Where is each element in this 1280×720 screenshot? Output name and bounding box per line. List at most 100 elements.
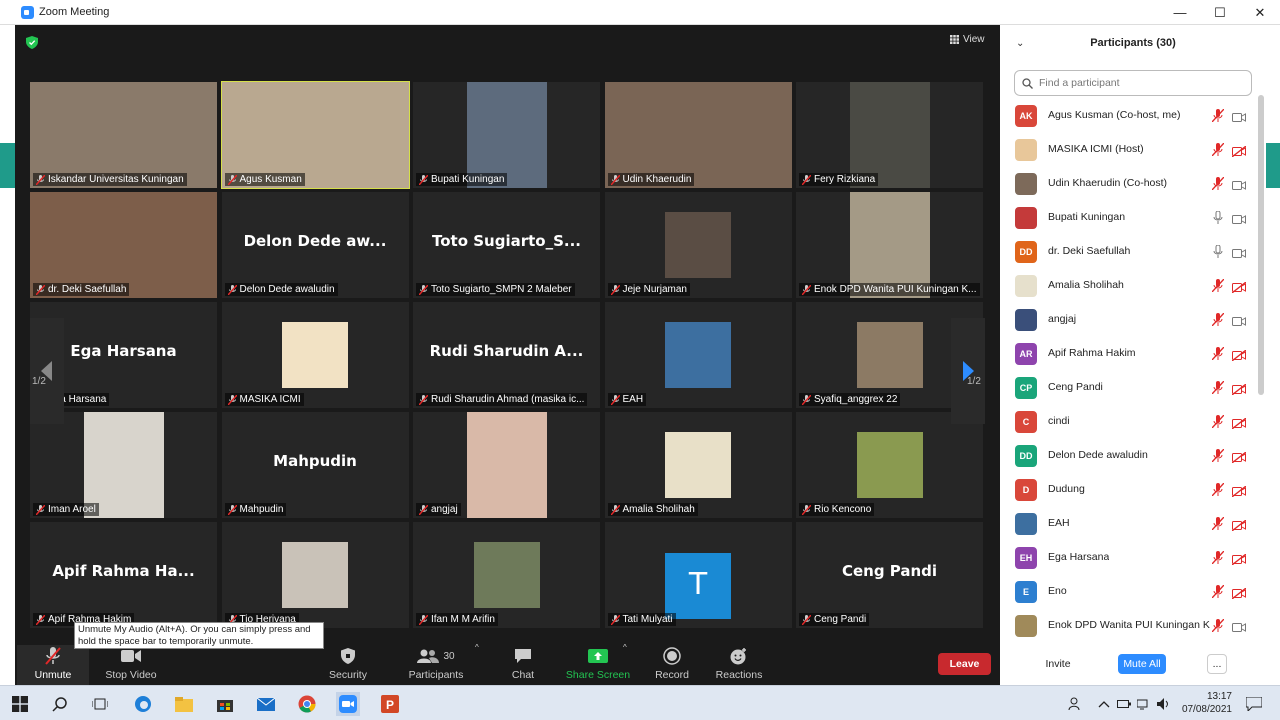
chat-button[interactable]: Chat (508, 645, 538, 681)
chrome-icon[interactable] (295, 692, 319, 716)
participant-video-tile[interactable]: Delon Dede aw... Delon Dede awaludin (221, 192, 409, 298)
mic-icon[interactable] (1212, 210, 1224, 224)
leave-button[interactable]: Leave (938, 653, 991, 675)
video-off-icon[interactable] (1231, 484, 1247, 498)
task-view-icon[interactable] (88, 692, 112, 716)
stop-video-button[interactable]: Stop Video (101, 645, 161, 681)
muted-mic-icon[interactable] (1211, 516, 1225, 531)
video-camera-icon[interactable] (1232, 246, 1246, 258)
participant-video-tile[interactable]: Mahpudin Mahpudin (221, 412, 409, 518)
video-off-icon[interactable] (1231, 416, 1247, 430)
participant-video-tile[interactable]: Apif Rahma Ha... Apif Rahma Hakim (30, 522, 217, 628)
view-button[interactable]: View (950, 34, 985, 45)
participant-video-tile[interactable]: Jeje Nurjaman (604, 192, 792, 298)
participant-video-tile[interactable]: Rudi Sharudin A... Rudi Sharudin Ahmad (m… (413, 302, 600, 408)
participant-list-item[interactable]: DD dr. Deki Saefullah (1000, 235, 1258, 269)
close-button[interactable]: ✕ (1240, 0, 1280, 25)
participant-list-item[interactable]: E Eno (1000, 575, 1258, 609)
participant-list-item[interactable]: Bupati Kuningan (1000, 201, 1258, 235)
security-button[interactable]: Security (326, 645, 370, 681)
participant-video-tile[interactable]: Ceng Pandi Ceng Pandi (796, 522, 983, 628)
muted-mic-icon[interactable] (1211, 380, 1225, 395)
participant-video-tile[interactable]: MASIKA ICMI (221, 302, 409, 408)
video-camera-icon[interactable] (1232, 314, 1246, 326)
participant-video-tile[interactable]: Udin Khaerudin (604, 82, 792, 188)
participant-video-tile[interactable]: EAH (604, 302, 792, 408)
zoom-taskbar-icon[interactable] (336, 692, 360, 716)
participant-list-item[interactable]: Enok DPD Wanita PUI Kuningan K... (1000, 609, 1258, 643)
share-options-caret[interactable]: ^ (623, 643, 627, 652)
participant-search-input[interactable]: Find a participant (1014, 70, 1252, 96)
participant-video-tile[interactable]: Enok DPD Wanita PUI Kuningan K... (796, 192, 983, 298)
participant-video-tile[interactable]: Agus Kusman (220, 81, 410, 189)
video-off-icon[interactable] (1231, 280, 1247, 294)
muted-mic-icon[interactable] (1211, 482, 1225, 497)
participant-video-tile[interactable]: angjaj (413, 412, 600, 518)
video-camera-icon[interactable] (1232, 212, 1246, 224)
participant-list-item[interactable]: Amalia Sholihah (1000, 269, 1258, 303)
muted-mic-icon[interactable] (1211, 448, 1225, 463)
participant-video-tile[interactable]: Iskandar Universitas Kuningan (30, 82, 217, 188)
participant-video-tile[interactable]: T Tati Mulyati (604, 522, 792, 628)
notifications-icon[interactable] (1242, 692, 1266, 716)
maximize-button[interactable]: ☐ (1200, 0, 1240, 25)
muted-mic-icon[interactable] (1211, 584, 1225, 599)
people-tray-icon[interactable] (1063, 692, 1087, 716)
video-off-icon[interactable] (1231, 586, 1247, 600)
participants-options-caret[interactable]: ^ (475, 643, 479, 652)
prev-page-button[interactable] (30, 318, 64, 424)
muted-mic-icon[interactable] (1211, 618, 1225, 633)
mic-icon[interactable] (1212, 244, 1224, 258)
participant-list-item[interactable]: D Dudung (1000, 473, 1258, 507)
participant-video-tile[interactable]: Tio Herivana (221, 522, 409, 628)
system-clock[interactable]: 13:17 07/08/2021 (1172, 690, 1232, 716)
participant-list-item[interactable]: AR Apif Rahma Hakim (1000, 337, 1258, 371)
video-off-icon[interactable] (1231, 552, 1247, 566)
participant-list-item[interactable]: EAH (1000, 507, 1258, 541)
muted-mic-icon[interactable] (1211, 550, 1225, 565)
participant-list-item[interactable]: EH Ega Harsana (1000, 541, 1258, 575)
minimize-button[interactable]: — (1160, 0, 1200, 25)
participant-video-tile[interactable]: Toto Sugiarto_S... Toto Sugiarto_SMPN 2 M… (413, 192, 600, 298)
windows-start-icon[interactable] (8, 692, 32, 716)
muted-mic-icon[interactable] (1211, 108, 1225, 123)
participant-list-item[interactable]: CP Ceng Pandi (1000, 371, 1258, 405)
encryption-shield-icon[interactable] (26, 36, 38, 49)
video-off-icon[interactable] (1231, 382, 1247, 396)
participant-list-item[interactable]: MASIKA ICMI (Host) (1000, 133, 1258, 167)
participant-video-tile[interactable]: Amalia Sholihah (604, 412, 792, 518)
participant-video-tile[interactable]: Rio Kencono (796, 412, 983, 518)
store-icon[interactable] (213, 692, 237, 716)
edge-browser-icon[interactable] (131, 692, 155, 716)
video-camera-icon[interactable] (1232, 178, 1246, 190)
participant-list-item[interactable]: Ccindi (1000, 405, 1258, 439)
muted-mic-icon[interactable] (1211, 278, 1225, 293)
muted-mic-icon[interactable] (1211, 346, 1225, 361)
video-off-icon[interactable] (1231, 450, 1247, 464)
powerpoint-icon[interactable]: P (378, 692, 402, 716)
muted-mic-icon[interactable] (1211, 414, 1225, 429)
video-camera-icon[interactable] (1232, 620, 1246, 632)
next-page-button[interactable] (951, 318, 985, 424)
mute-all-button[interactable]: Mute All (1118, 654, 1166, 674)
reactions-button[interactable]: Reactions (714, 645, 764, 681)
muted-mic-icon[interactable] (1211, 142, 1225, 157)
video-off-icon[interactable] (1231, 348, 1247, 362)
share-screen-button[interactable]: Share Screen (565, 645, 631, 681)
participant-video-tile[interactable]: Fery Rizkiana (796, 82, 983, 188)
file-explorer-icon[interactable] (172, 692, 196, 716)
participant-video-tile[interactable]: Bupati Kuningan (413, 82, 600, 188)
more-options-button[interactable]: ... (1207, 654, 1227, 674)
participant-list-item[interactable]: angjaj (1000, 303, 1258, 337)
participant-list-item[interactable]: AK Agus Kusman (Co-host, me) (1000, 99, 1258, 133)
video-off-icon[interactable] (1231, 518, 1247, 532)
participant-list-item[interactable]: Udin Khaerudin (Co-host) (1000, 167, 1258, 201)
mail-icon[interactable] (254, 692, 278, 716)
participant-video-tile[interactable]: Iman Aroel (30, 412, 217, 518)
muted-mic-icon[interactable] (1211, 312, 1225, 327)
video-off-icon[interactable] (1231, 144, 1247, 158)
panel-scrollbar[interactable] (1258, 95, 1264, 395)
participant-video-tile[interactable]: Ifan M M Arifin (413, 522, 600, 628)
participant-list-item[interactable]: DD Delon Dede awaludin (1000, 439, 1258, 473)
record-button[interactable]: Record (653, 645, 691, 681)
